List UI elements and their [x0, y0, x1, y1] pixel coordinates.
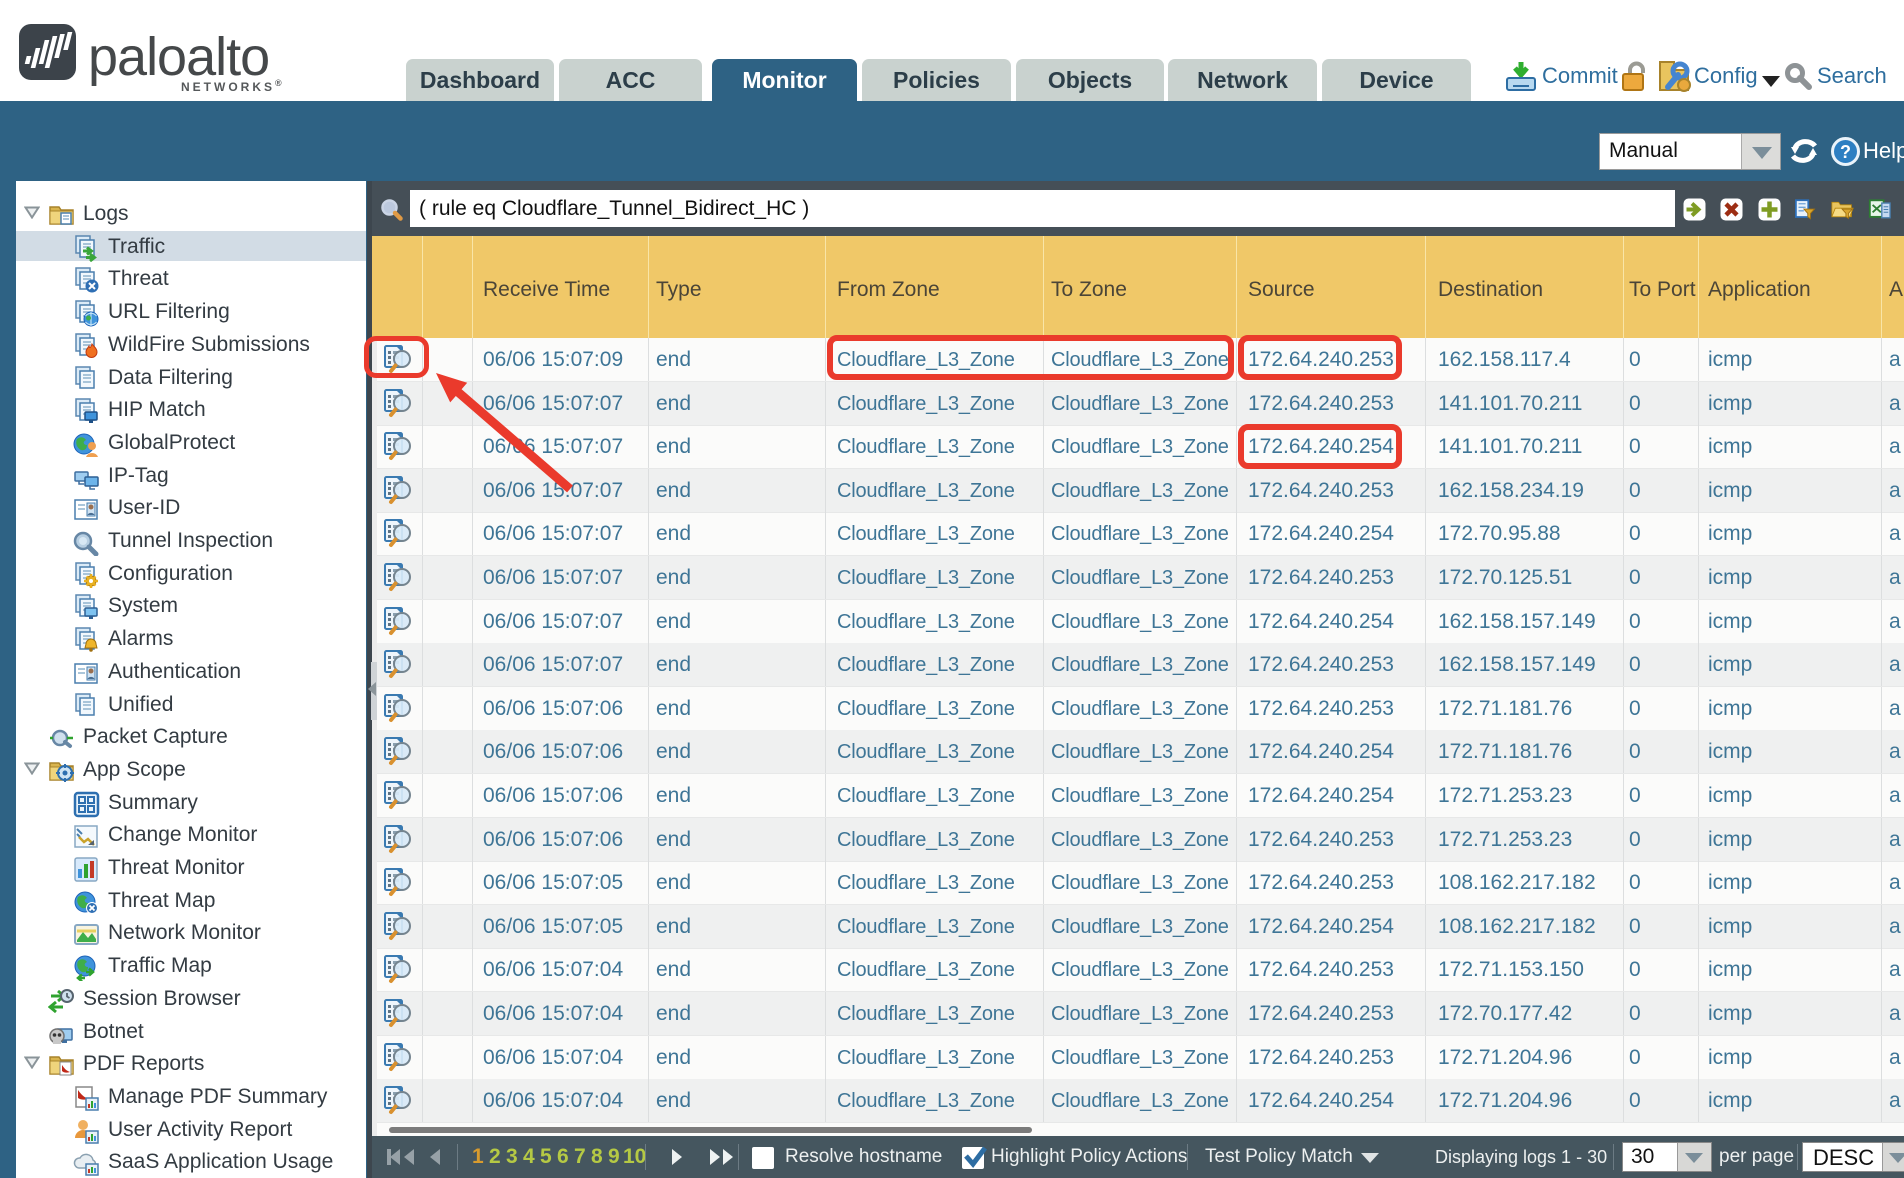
- svg-text:?: ?: [1840, 142, 1851, 162]
